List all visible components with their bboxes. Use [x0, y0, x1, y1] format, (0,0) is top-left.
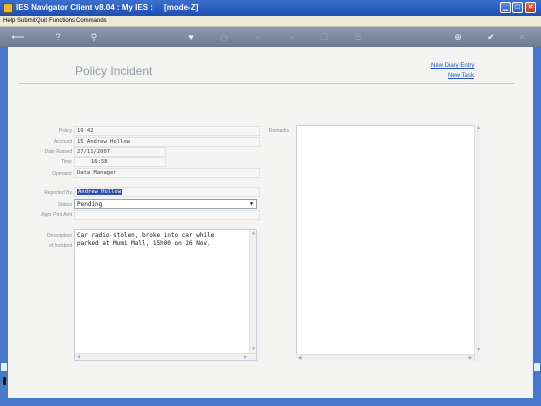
- status-label: Status: [57, 202, 72, 208]
- maximize-icon[interactable]: □: [512, 2, 523, 13]
- right-side-panel: [533, 47, 541, 398]
- appr-pmt-amt-field[interactable]: [74, 210, 260, 220]
- menu-help[interactable]: Help: [3, 18, 15, 24]
- vertical-scrollbar[interactable]: ▲ ▼: [249, 230, 256, 360]
- app-icon: [3, 3, 13, 13]
- side-tool-icon[interactable]: [1, 363, 7, 371]
- side-marker-icon: [3, 377, 6, 385]
- help-icon[interactable]: ?: [52, 31, 64, 43]
- reported-by-field[interactable]: Andrew Hollow: [74, 187, 260, 197]
- window-title: IES Navigator Client v8.04 : My IES : [m…: [16, 3, 199, 12]
- time-label: Time: [61, 159, 72, 165]
- appr-pmt-amt-label: Appr Pmt Amt: [41, 212, 72, 218]
- remarks-label: Remarks: [268, 128, 289, 134]
- remarks-textarea[interactable]: [296, 125, 481, 361]
- menu-bar: Help Submit Quit Functions Commands: [0, 16, 541, 27]
- menu-functions[interactable]: Functions: [49, 18, 75, 24]
- menu-submit[interactable]: Submit: [17, 18, 36, 24]
- fast-forward-icon[interactable]: »: [286, 31, 298, 43]
- add-icon[interactable]: ⊕: [452, 31, 464, 43]
- policy-label: Policy: [58, 128, 72, 134]
- scroll-down-icon[interactable]: ▼: [475, 347, 482, 354]
- scroll-right-icon[interactable]: ▶: [467, 355, 474, 362]
- scroll-left-icon[interactable]: ◀: [75, 354, 82, 361]
- account-field: 15 Andrew Hollow: [74, 137, 260, 147]
- divider: [18, 83, 515, 84]
- new-diary-entry-link[interactable]: New Diary Entry: [431, 63, 474, 69]
- left-side-panel: [0, 47, 8, 398]
- heart-icon[interactable]: ♥: [185, 31, 197, 43]
- date-raised-label: Date Raised: [44, 149, 72, 155]
- scroll-right-icon[interactable]: ▶: [242, 354, 249, 361]
- status-bar: [0, 398, 541, 406]
- search-icon[interactable]: ⚲: [88, 31, 100, 43]
- reported-by-value: Andrew Hollow: [77, 189, 123, 195]
- page-title: Policy Incident: [75, 64, 153, 78]
- date-raised-field: 27/11/2007: [74, 147, 166, 157]
- description-label: Description: [46, 233, 72, 239]
- scroll-up-icon[interactable]: ▲: [250, 230, 257, 237]
- minimize-icon[interactable]: ▁: [500, 2, 511, 13]
- reported-by-label: Reported By: [44, 190, 72, 196]
- check-icon[interactable]: ✔: [485, 31, 497, 43]
- menu-commands[interactable]: Commands: [76, 18, 107, 24]
- toolbar: ⟵ ? ⚲ ♥ ◷ « » ❐ ☰ ⊕ ✔ ✕: [0, 27, 541, 47]
- scroll-up-icon[interactable]: ▲: [475, 125, 482, 132]
- time-field: 16:58: [74, 157, 166, 167]
- list-icon[interactable]: ☰: [352, 31, 364, 43]
- menu-quit[interactable]: Quit: [36, 18, 47, 24]
- scroll-left-icon[interactable]: ◀: [296, 355, 303, 362]
- back-arrow-icon[interactable]: ⟵: [10, 31, 26, 43]
- close-window-icon[interactable]: ✕: [525, 2, 536, 13]
- copy-icon[interactable]: ❐: [318, 31, 330, 43]
- description-label-line2: of Incident: [48, 243, 72, 249]
- clock-icon[interactable]: ◷: [218, 31, 230, 43]
- main-content: Policy Incident New Diary Entry New Task…: [8, 47, 533, 398]
- operator-field: Data Manager: [74, 168, 260, 178]
- status-select[interactable]: Pending ▼: [74, 199, 257, 209]
- horizontal-scrollbar[interactable]: ◀ ▶: [75, 353, 256, 360]
- description-line-1: Car radio stolen, broke into car while: [77, 232, 215, 239]
- description-textarea[interactable]: Car radio stolen, broke into car while p…: [74, 229, 257, 361]
- operator-label: Operator: [52, 171, 72, 177]
- new-task-link[interactable]: New Task: [448, 73, 474, 79]
- side-tool-icon[interactable]: [534, 363, 540, 371]
- remarks-vertical-scrollbar[interactable]: ▲ ▼: [474, 125, 481, 361]
- scroll-down-icon[interactable]: ▼: [250, 346, 257, 353]
- title-bar: IES Navigator Client v8.04 : My IES : [m…: [0, 0, 541, 16]
- close-icon[interactable]: ✕: [516, 31, 528, 43]
- status-value: Pending: [77, 201, 103, 208]
- chevron-down-icon[interactable]: ▼: [248, 201, 255, 207]
- rewind-icon[interactable]: «: [252, 31, 264, 43]
- account-label: Account: [53, 139, 72, 145]
- remarks-horizontal-scrollbar[interactable]: ◀ ▶: [296, 354, 474, 361]
- description-line-2: parked at Mumi Mall, 15h00 on 26 Nov.: [77, 240, 211, 247]
